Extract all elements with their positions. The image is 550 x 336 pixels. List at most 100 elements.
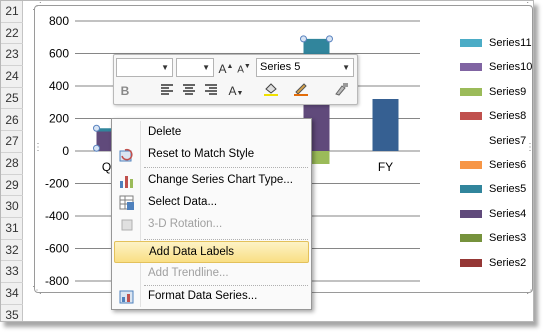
mini-toolbar: ▼ ▼ A▲ A▼ Series 5 ▼ B A▼ xyxy=(113,54,358,105)
row-header[interactable]: 32 xyxy=(1,240,23,262)
y-tick-label: -600 xyxy=(45,242,69,256)
row-header[interactable]: 27 xyxy=(1,131,23,153)
legend-entry[interactable]: Series2 xyxy=(460,256,533,271)
menu-item-reset-to-match-style[interactable]: Reset to Match Style xyxy=(114,144,309,166)
y-tick-label: 400 xyxy=(49,79,69,93)
row-header[interactable]: 23 xyxy=(1,44,23,67)
shrink-font-icon[interactable]: A▼ xyxy=(235,58,253,76)
chart-resize-handle-topright[interactable]: ⋱ xyxy=(526,2,533,12)
grow-font-icon[interactable]: A▲ xyxy=(217,58,235,76)
legend-swatch xyxy=(460,87,482,96)
chart-resize-handle-topleft[interactable]: ⋰ xyxy=(32,2,42,12)
align-center-icon[interactable] xyxy=(180,82,198,100)
menu-item-label: Format Data Series... xyxy=(148,290,258,302)
chart-resize-handle-right[interactable]: ⋮ xyxy=(525,143,533,153)
row-header[interactable]: 22 xyxy=(1,23,23,45)
legend-entry[interactable]: Series8 xyxy=(460,110,533,124)
legend-label: Series4 xyxy=(489,207,527,220)
row-header[interactable]: 30 xyxy=(1,196,23,218)
row-header[interactable]: 33 xyxy=(1,261,23,284)
legend-entry[interactable]: Series11 xyxy=(460,37,533,51)
chart-resize-handle-left[interactable]: ⋮ xyxy=(33,143,43,153)
legend-entry[interactable]: Series7 xyxy=(460,134,533,149)
legend-entry[interactable]: Series3 xyxy=(460,232,533,246)
bar-series-fy[interactable] xyxy=(372,99,399,151)
row-header[interactable]: 24 xyxy=(1,66,23,88)
chevron-down-icon: ▼ xyxy=(342,63,350,72)
legend-label: Series9 xyxy=(489,85,527,98)
x-category-label: FY xyxy=(378,160,393,174)
menu-separator xyxy=(144,167,308,168)
row-header[interactable]: 35 xyxy=(1,305,23,321)
menu-item-label: Select Data... xyxy=(148,196,218,208)
worksheet-window: 21 22 23 24 25 26 27 28 29 30 31 32 33 34 35 800 600 400… xyxy=(0,0,534,322)
x-category-label: Q xyxy=(102,160,111,174)
legend-entry[interactable]: Series5 xyxy=(460,183,533,197)
legend-swatch xyxy=(460,258,482,267)
menu-separator xyxy=(144,239,308,240)
row-header[interactable]: 26 xyxy=(1,110,23,132)
font-size-dropdown[interactable]: ▼ xyxy=(176,58,214,77)
legend-label: Series6 xyxy=(489,159,527,171)
menu-item-3d-rotation: 3-D Rotation... xyxy=(114,214,309,236)
format-painter-icon[interactable] xyxy=(333,82,351,100)
series-selection-handle[interactable] xyxy=(300,35,307,43)
legend-label: Series11 xyxy=(489,37,532,49)
y-tick-label: -800 xyxy=(45,274,69,288)
font-color-icon[interactable]: A▼ xyxy=(227,82,245,100)
series-selection-handle[interactable] xyxy=(93,144,100,152)
legend-label: Series7 xyxy=(489,134,527,147)
legend-entry[interactable]: Series4 xyxy=(460,207,533,222)
legend-swatch xyxy=(460,39,482,47)
menu-item-label: Add Trendline... xyxy=(148,267,229,279)
series-select-dropdown[interactable]: Series 5 ▼ xyxy=(256,58,354,77)
outline-pen-icon[interactable] xyxy=(292,82,310,100)
align-left-icon[interactable] xyxy=(158,82,176,100)
y-tick-label: -200 xyxy=(45,177,69,191)
row-header[interactable]: 25 xyxy=(1,88,23,110)
legend-entry[interactable]: Series6 xyxy=(460,159,533,173)
chart-type-icon xyxy=(119,173,135,189)
fill-bucket-icon[interactable] xyxy=(262,82,280,100)
y-tick-label: 600 xyxy=(49,47,69,61)
chart-resize-handle-bottomleft[interactable]: ⋱ xyxy=(32,286,42,296)
y-tick-label: 800 xyxy=(49,14,69,28)
bold-icon[interactable]: B xyxy=(116,82,134,100)
legend-entry[interactable]: Series10 xyxy=(460,61,533,75)
row-header[interactable]: 29 xyxy=(1,175,23,197)
row-header[interactable]: 28 xyxy=(1,153,23,175)
menu-item-label: Change Series Chart Type... xyxy=(148,174,293,186)
row-headers: 21 22 23 24 25 26 27 28 29 30 31 32 33 34 35 xyxy=(1,1,23,321)
legend-swatch xyxy=(460,63,482,72)
reset-style-icon xyxy=(119,147,135,163)
menu-item-format-data-series[interactable]: Format Data Series... xyxy=(114,286,309,308)
legend-swatch xyxy=(460,234,482,243)
menu-item-add-data-labels[interactable]: Add Data Labels xyxy=(114,241,309,263)
legend-swatch xyxy=(460,137,482,145)
series-select-value: Series 5 xyxy=(260,61,301,73)
y-tick-label: -400 xyxy=(45,209,69,223)
series-selection-handle[interactable] xyxy=(326,35,333,43)
series-selection-handle[interactable] xyxy=(93,124,100,132)
format-series-icon xyxy=(119,289,135,305)
row-header[interactable]: 34 xyxy=(1,283,23,305)
legend-label: Series8 xyxy=(489,110,527,123)
legend-swatch xyxy=(460,209,482,218)
menu-item-change-series-chart-type[interactable]: Change Series Chart Type... xyxy=(114,170,309,192)
menu-item-label: 3-D Rotation... xyxy=(148,218,223,230)
align-right-icon[interactable] xyxy=(202,82,220,100)
legend-entry[interactable]: Series9 xyxy=(460,85,533,100)
menu-item-add-trendline: Add Trendline... xyxy=(114,263,309,285)
context-menu: Delete Reset to Match Style Change Serie… xyxy=(111,118,312,310)
y-tick-label: 200 xyxy=(49,112,69,126)
chevron-down-icon: ▼ xyxy=(161,63,169,72)
legend-label: Series2 xyxy=(489,256,527,269)
menu-item-select-data[interactable]: Select Data... xyxy=(114,192,309,214)
row-header[interactable]: 31 xyxy=(1,218,23,240)
legend-swatch xyxy=(460,185,482,194)
row-header[interactable]: 21 xyxy=(1,1,23,23)
font-name-dropdown[interactable]: ▼ xyxy=(116,58,173,77)
menu-item-delete[interactable]: Delete xyxy=(114,122,309,144)
y-tick-label: 0 xyxy=(62,144,69,158)
chart-resize-handle-bottomright[interactable]: ⋰ xyxy=(526,286,533,296)
